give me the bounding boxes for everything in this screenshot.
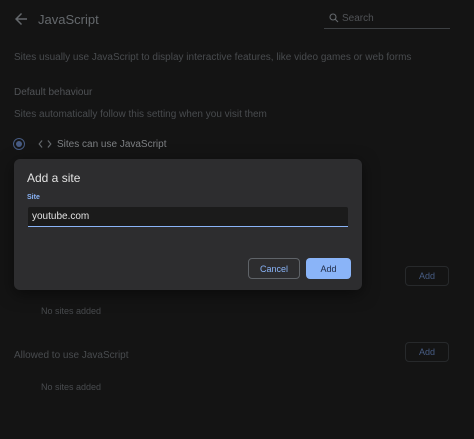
site-input[interactable] — [28, 207, 348, 227]
dialog-title: Add a site — [27, 171, 81, 185]
add-button[interactable]: Add — [306, 258, 351, 279]
site-field-label: Site — [27, 194, 40, 201]
add-site-dialog: Add a site Site Cancel Add — [14, 159, 362, 290]
cancel-button[interactable]: Cancel — [248, 258, 300, 279]
